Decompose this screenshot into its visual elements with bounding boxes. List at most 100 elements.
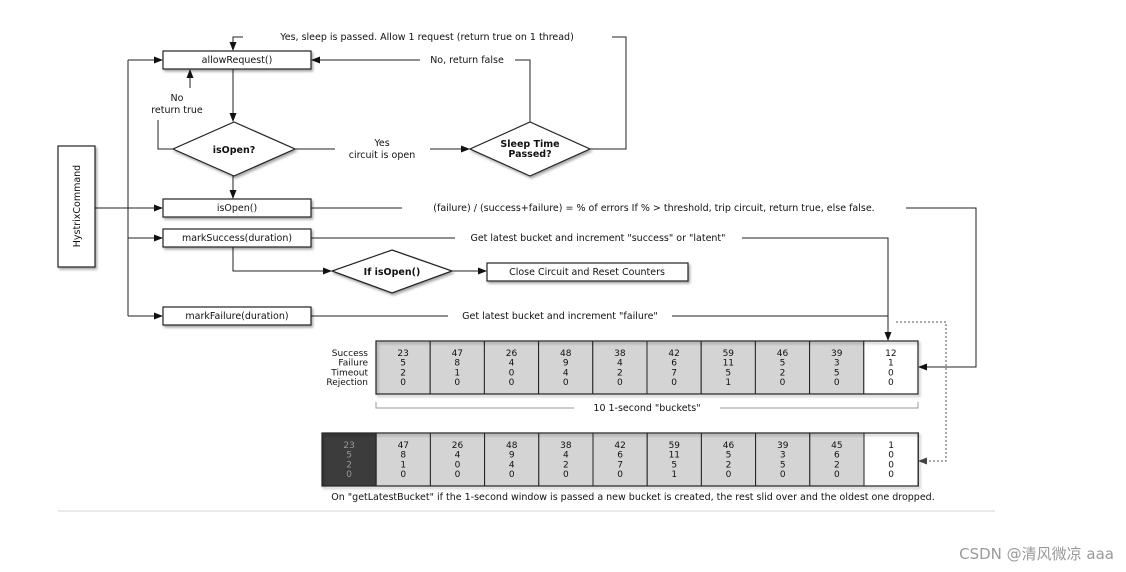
- bucket: 26400: [429, 432, 486, 487]
- bucket-value: 38: [614, 349, 626, 359]
- yes-label: Yes: [373, 138, 389, 149]
- bucket-value: 0: [888, 368, 894, 378]
- bucket-value: 9: [563, 359, 569, 369]
- bucket: 591151: [646, 432, 702, 487]
- watermark: CSDN @清风微凉 aaa: [959, 545, 1114, 563]
- is-open-decision: isOpen?: [171, 121, 297, 177]
- bucket: 39350: [809, 340, 865, 395]
- circuit-open-label: circuit is open: [349, 150, 416, 161]
- bucket-value: 5: [346, 451, 352, 461]
- bucket-value: 5: [780, 460, 786, 470]
- error-rate-label: (failure) / (success+failure) = % of err…: [433, 203, 874, 214]
- bucket-value: 42: [668, 349, 679, 359]
- bucket-value: 3: [834, 359, 840, 369]
- bucket-value: 47: [398, 441, 409, 451]
- buckets-caption: 10 1-second "buckets": [593, 403, 700, 414]
- bucket: 47810: [375, 432, 431, 487]
- bucket: 42670: [592, 432, 648, 487]
- bucket: 45620: [809, 432, 865, 487]
- allow-request-node: allowRequest(): [162, 50, 312, 70]
- svg-text:Passed?: Passed?: [508, 149, 551, 160]
- bucket-value: 4: [509, 460, 515, 470]
- bucket-value: 2: [617, 368, 623, 378]
- bucket-value: 26: [452, 441, 464, 451]
- bucket-value: 0: [888, 460, 894, 470]
- bucket-value: 46: [777, 349, 789, 359]
- bucket-value: 6: [834, 451, 840, 461]
- bucket-value: 0: [509, 368, 515, 378]
- bucket-value: 2: [780, 368, 786, 378]
- svg-text:Close Circuit and Reset Counte: Close Circuit and Reset Counters: [509, 267, 665, 278]
- bucket: 42670: [646, 340, 702, 395]
- if-is-open-decision: If isOpen(): [330, 249, 454, 294]
- bucket-value: 4: [455, 451, 461, 461]
- bucket-value: 38: [560, 441, 572, 451]
- bucket-value: 2: [346, 460, 352, 470]
- bucket: 591151: [700, 340, 756, 395]
- svg-text:markSuccess(duration): markSuccess(duration): [182, 233, 292, 244]
- bucket-value: 46: [723, 441, 735, 451]
- bucket-value: 47: [452, 349, 463, 359]
- increment-success-label: Get latest bucket and increment "success…: [470, 233, 725, 244]
- bucket-value: 4: [563, 368, 569, 378]
- bucket: 23520: [375, 340, 431, 395]
- bucket-value: 0: [455, 470, 461, 480]
- bucket-value: 59: [669, 441, 681, 451]
- bucket-value: 26: [506, 349, 518, 359]
- hystrix-command-node: HystrixCommand: [57, 145, 96, 268]
- is-open-call-node: isOpen(): [162, 198, 312, 218]
- bucket-value: 0: [563, 378, 569, 388]
- bucket: 26400: [483, 340, 540, 395]
- bucket-value: 1: [400, 460, 406, 470]
- svg-text:If isOpen(): If isOpen(): [364, 267, 421, 278]
- bucket-value: 59: [723, 349, 735, 359]
- bucket-value: 2: [726, 460, 732, 470]
- metric-label: Timeout: [330, 368, 368, 378]
- sleep-passed-label: Yes, sleep is passed. Allow 1 request (r…: [279, 32, 574, 43]
- bucket-value: 4: [509, 359, 515, 369]
- bucket-value: 0: [888, 470, 894, 480]
- mark-success-node: markSuccess(duration): [162, 228, 312, 248]
- bucket-value: 0: [563, 470, 569, 480]
- bucket: 38420: [538, 432, 594, 487]
- bucket-value: 0: [888, 451, 894, 461]
- bucket-value: 3: [780, 451, 786, 461]
- hystrix-circuit-diagram: HystrixCommand allowRequest() isOpen? Sl…: [57, 32, 995, 512]
- no-label: No: [171, 93, 184, 104]
- bucket-value: 0: [671, 378, 677, 388]
- bucket-value: 0: [400, 378, 406, 388]
- bucket-value: 5: [671, 460, 677, 470]
- bucket-value: 7: [671, 368, 677, 378]
- bucket-value: 6: [617, 451, 623, 461]
- bucket-value: 0: [780, 470, 786, 480]
- bucket-value: 0: [509, 470, 515, 480]
- bucket-value: 45: [831, 441, 842, 451]
- hystrix-command-label: HystrixCommand: [72, 165, 83, 247]
- bucket-value: 0: [455, 460, 461, 470]
- bucket-value: 42: [614, 441, 625, 451]
- bucket: 38420: [592, 340, 648, 395]
- metric-label: Failure: [338, 359, 368, 369]
- bucket-value: 0: [454, 378, 460, 388]
- bucket-value: 0: [400, 470, 406, 480]
- sleep-time-decision: Sleep Time Passed?: [468, 121, 592, 177]
- bucket-value: 1: [725, 378, 731, 388]
- bucket-value: 0: [509, 378, 515, 388]
- rolled-buckets-row: 2352047810264004894038420426705911514652…: [321, 432, 919, 487]
- return-true-label: return true: [151, 105, 203, 116]
- bucket: 46520: [700, 432, 757, 487]
- bucket: 48940: [484, 432, 540, 487]
- bucket-value: 39: [831, 349, 843, 359]
- bucket-value: 0: [834, 470, 840, 480]
- bucket-value: 48: [560, 349, 572, 359]
- bucket-value: 7: [617, 460, 623, 470]
- no-return-false-label: No, return false: [430, 55, 504, 66]
- bucket-value: 11: [723, 359, 734, 369]
- bucket-value: 0: [888, 378, 894, 388]
- bucket-value: 4: [617, 359, 623, 369]
- latest-bucket: 12100: [863, 340, 919, 395]
- svg-text:allowRequest(): allowRequest(): [202, 55, 273, 66]
- bucket-value: 0: [617, 378, 623, 388]
- bucket-value: 0: [346, 470, 352, 480]
- latest-bucket: 1000: [863, 432, 919, 487]
